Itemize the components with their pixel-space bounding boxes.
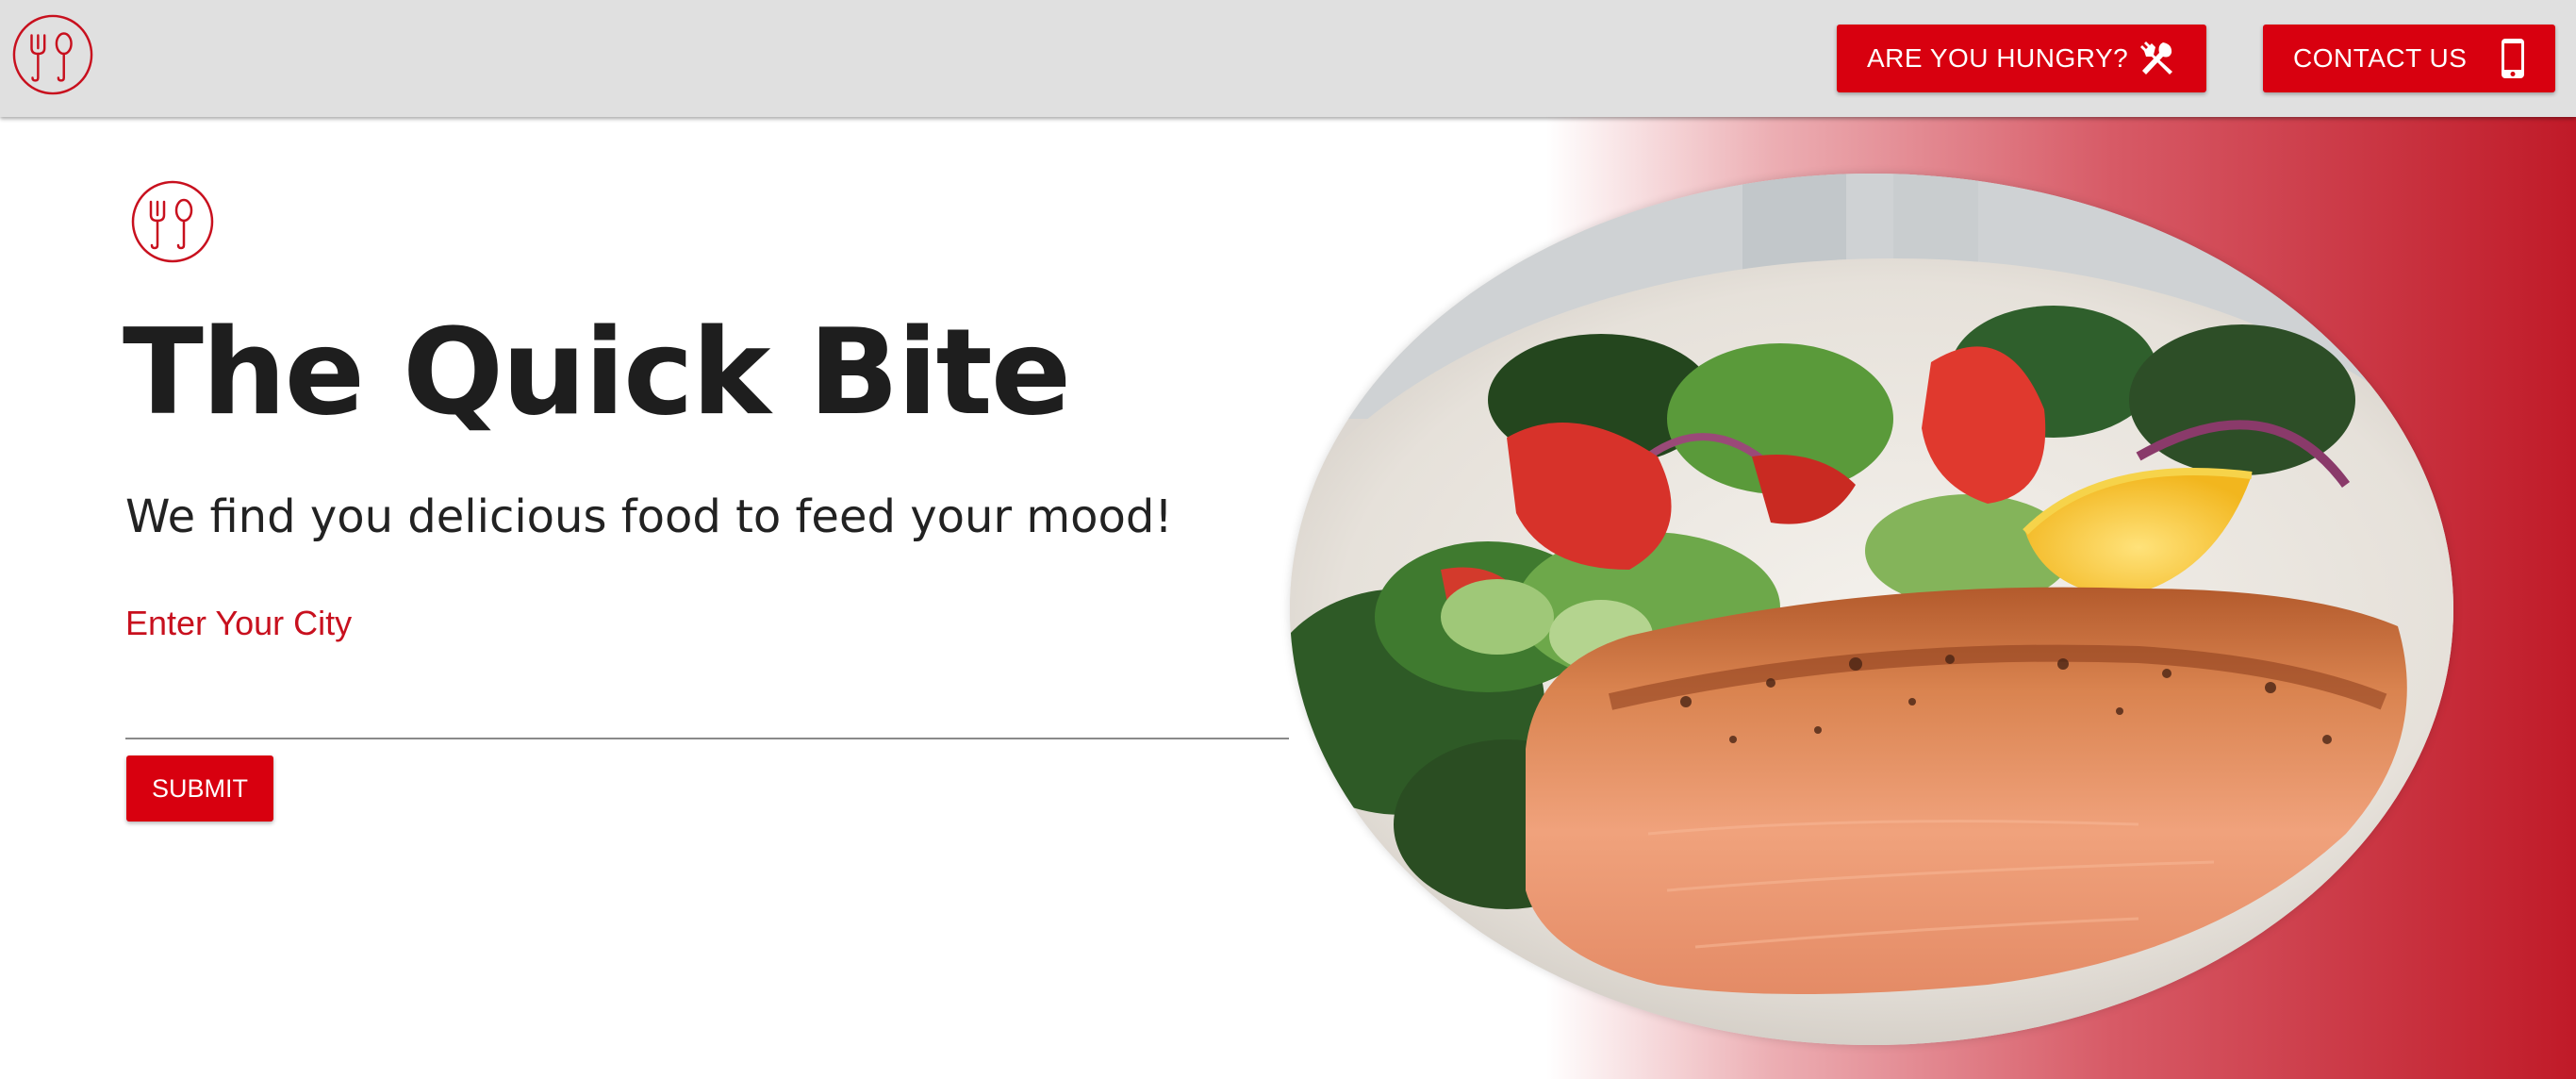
fork-spoon-logo-icon [131,180,214,263]
top-navbar: ARE YOU HUNGRY? CONTACT US [0,0,2576,117]
city-input-label: Enter Your City [125,604,353,642]
food-image-illustration [1290,174,2453,1045]
page-subtitle: We find you delicious food to feed your … [125,490,1173,543]
contact-us-button[interactable]: CONTACT US [2263,25,2555,92]
are-you-hungry-button[interactable]: ARE YOU HUNGRY? [1837,25,2206,92]
page-title: The Quick Bite [123,303,1071,441]
salmon-salad-plate-photo [1290,174,2453,1045]
contact-us-label: CONTACT US [2293,43,2468,73]
are-you-hungry-label: ARE YOU HUNGRY? [1867,43,2129,73]
cutlery-cross-icon [2140,42,2172,75]
city-input[interactable] [125,660,1289,739]
fork-spoon-logo-icon[interactable] [11,13,94,96]
mobile-phone-icon [2502,39,2524,78]
submit-button[interactable]: SUBMIT [126,755,273,822]
